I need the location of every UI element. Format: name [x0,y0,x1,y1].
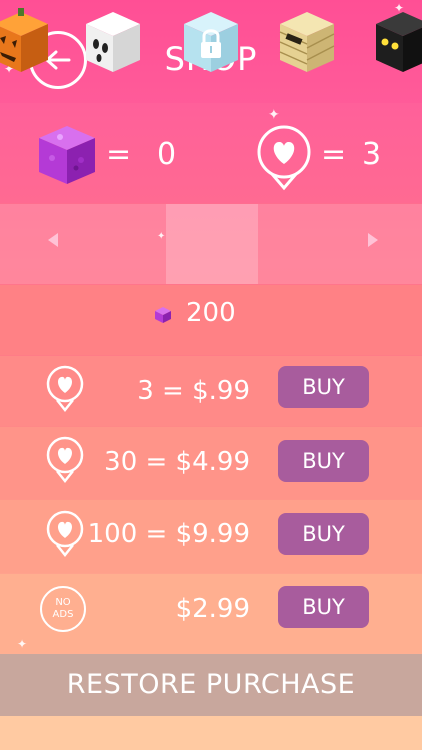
no-ads-text-1: NO [55,597,71,608]
ice-locked-skin-icon[interactable] [180,8,242,76]
buy-button[interactable]: BUY [278,586,369,628]
purchase-amount: $2.99 [175,594,250,624]
lives-count: 3 [362,137,382,172]
footer-bg [0,716,422,750]
buy-button[interactable]: BUY [278,366,369,408]
ghost-skin-icon[interactable] [82,8,144,76]
ninja-skin-icon[interactable] [372,8,422,76]
cube-count: 0 [157,137,177,172]
purchase-row-lives-30: 30 = $4.99 BUY [0,427,422,497]
purchase-row-lives-3: 3 = $.99 BUY [0,356,422,426]
no-ads-icon: NO ADS [40,586,86,632]
purple-cube-icon [155,307,171,323]
mummy-skin-icon[interactable] [276,8,338,76]
heart-pin-icon [46,510,84,558]
purchase-amount: 30 = $4.99 [104,447,250,477]
purchase-amount: 100 = $9.99 [87,519,250,549]
heart-pin-icon [257,125,311,191]
buy-button[interactable]: BUY [278,440,369,482]
purchase-row-lives-100: 100 = $9.99 BUY [0,500,422,570]
heart-pin-icon [46,436,84,484]
buy-button[interactable]: BUY [278,513,369,555]
skin-price: 200 [186,298,236,328]
heart-pin-icon [46,365,84,413]
cubes-equals: = [106,137,132,172]
lives-equals: = [321,137,347,172]
pumpkin-skin-icon[interactable] [0,8,52,76]
restore-purchase-button[interactable]: RESTORE PURCHASE [0,654,422,716]
selected-skin-highlight [166,204,258,284]
sparkle-icon: ✦ [268,107,280,123]
arrow-right-icon[interactable] [368,233,378,247]
purchase-amount: 3 = $.99 [137,376,250,406]
no-ads-text-2: ADS [52,609,74,620]
sparkle-icon: ✦ [157,231,166,242]
purchase-row-no-ads: NO ADS $2.99 BUY [0,574,422,644]
purple-cube-icon [39,126,95,184]
arrow-left-icon[interactable] [48,233,58,247]
